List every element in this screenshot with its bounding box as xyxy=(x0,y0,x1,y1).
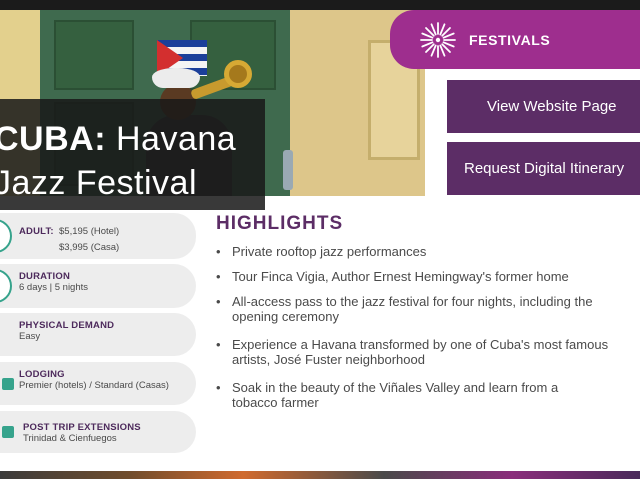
door-panel xyxy=(54,20,134,90)
title-country: CUBA: xyxy=(0,120,107,158)
title-overlay: CUBA: Havana Jazz Festival xyxy=(0,99,265,210)
highlights-list: • Private rooftop jazz performances • Tour… xyxy=(216,244,640,423)
lodging-label: LODGING xyxy=(19,369,65,380)
highlight-text: Experience a Havana transformed by one o… xyxy=(232,337,609,352)
duration-pill: DURATION 6 days | 5 nights xyxy=(0,264,196,308)
extensions-value: Trinidad & Cienfuegos xyxy=(23,433,117,444)
list-item: • Soak in the beauty of the Viñales Valle… xyxy=(216,380,559,410)
highlight-text: Tour Finca Vigia, Author Ernest Hemingwa… xyxy=(232,269,569,284)
highlights-title: HIGHLIGHTS xyxy=(216,213,344,234)
adult-label: ADULT: xyxy=(19,226,54,237)
physical-demand-label: PHYSICAL DEMAND xyxy=(19,320,115,331)
request-itinerary-button[interactable]: Request Digital Itinerary xyxy=(447,142,640,195)
physical-demand-value: Easy xyxy=(19,331,41,342)
highlight-text: Soak in the beauty of the Viñales Valley… xyxy=(232,380,559,395)
bottom-photo-strip xyxy=(0,471,640,479)
map-pin-icon xyxy=(2,426,14,438)
lodging-pill: LODGING Premier (hotels) / Standard (Cas… xyxy=(0,362,196,405)
list-item: • Private rooftop jazz performances xyxy=(216,244,427,259)
clock-icon xyxy=(0,269,12,303)
extensions-label: POST TRIP EXTENSIONS xyxy=(23,422,141,433)
bottle xyxy=(283,150,293,190)
view-website-button[interactable]: View Website Page xyxy=(447,80,640,133)
highlight-text: Private rooftop jazz performances xyxy=(232,244,427,259)
list-item: • Tour Finca Vigia, Author Ernest Hemingw… xyxy=(216,269,569,284)
bed-icon xyxy=(2,377,14,390)
top-bar xyxy=(0,0,640,10)
list-item: • All-access pass to the jazz festival fo… xyxy=(216,294,593,324)
title-city: Havana xyxy=(116,120,237,158)
price-icon xyxy=(0,219,12,253)
festivals-badge: FESTIVALS xyxy=(390,10,640,69)
adult-hotel-price: $5,195 (Hotel) xyxy=(59,226,120,237)
lodging-value: Premier (hotels) / Standard (Casas) xyxy=(19,380,169,391)
physical-demand-pill: PHYSICAL DEMAND Easy xyxy=(0,313,196,356)
highlight-text: opening ceremony xyxy=(232,309,339,324)
firework-icon xyxy=(420,21,456,58)
page-title-line1: CUBA: Havana xyxy=(0,117,265,161)
duration-label: DURATION xyxy=(19,271,71,282)
highlight-text: artists, José Fuster neighborhood xyxy=(232,352,425,367)
list-item: • Experience a Havana transformed by one … xyxy=(216,337,609,367)
trumpet-bell xyxy=(224,60,252,88)
highlight-text: All-access pass to the jazz festival for… xyxy=(232,294,593,309)
musician-hat xyxy=(152,68,200,88)
page-title-line2: Jazz Festival xyxy=(0,164,197,202)
badge-label: FESTIVALS xyxy=(469,31,551,48)
highlight-text: tobacco farmer xyxy=(232,395,319,410)
price-pill: ADULT: $5,195 (Hotel) $3,995 (Casa) xyxy=(0,213,196,259)
adult-casa-price: $3,995 (Casa) xyxy=(59,242,120,253)
duration-value: 6 days | 5 nights xyxy=(19,282,89,293)
extensions-pill: POST TRIP EXTENSIONS Trinidad & Cienfueg… xyxy=(0,411,196,453)
